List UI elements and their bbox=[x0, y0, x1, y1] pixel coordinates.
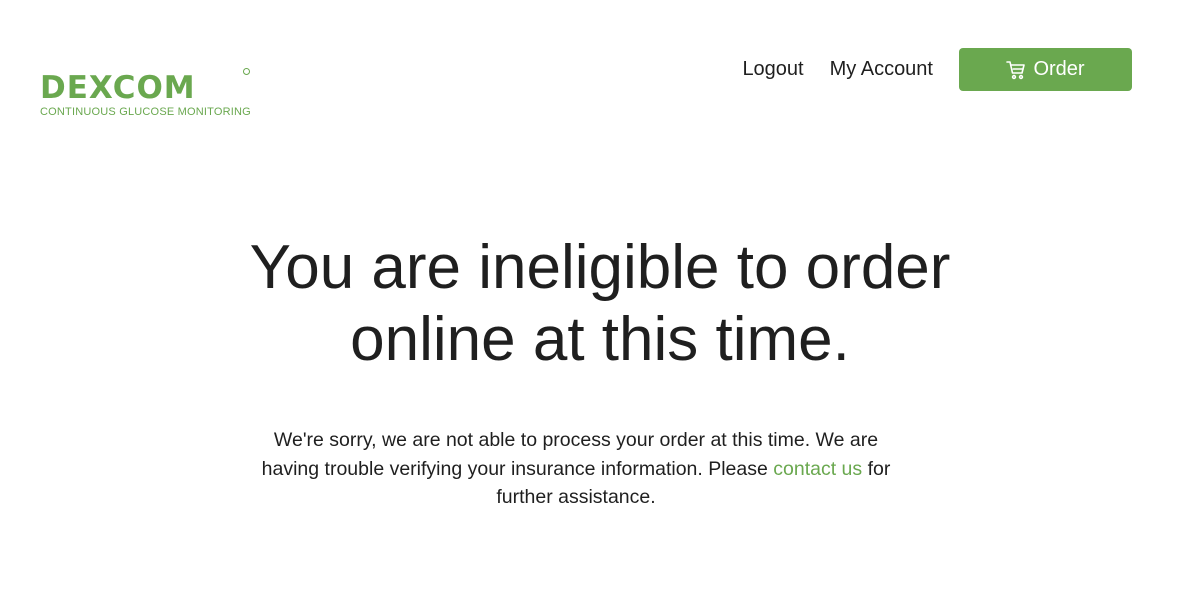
header-nav: Logout My Account Order bbox=[742, 48, 1132, 91]
logo-wordmark: DEXCOM bbox=[40, 58, 196, 109]
order-button-label: Order bbox=[1033, 58, 1085, 80]
page-title: You are ineligible to order online at th… bbox=[0, 232, 1200, 376]
contact-us-link[interactable]: contact us bbox=[773, 458, 862, 480]
registered-mark-icon bbox=[243, 68, 250, 75]
page-title-line-1: You are ineligible to order bbox=[249, 233, 951, 302]
my-account-link[interactable]: My Account bbox=[830, 58, 933, 81]
dexcom-logo[interactable]: DEXCOM CONTINUOUS GLUCOSE MONITORING bbox=[40, 62, 270, 122]
logo-tagline: CONTINUOUS GLUCOSE MONITORING bbox=[40, 106, 251, 118]
error-message: We're sorry, we are not able to process … bbox=[250, 426, 902, 512]
order-button[interactable]: Order bbox=[959, 48, 1132, 91]
logout-link[interactable]: Logout bbox=[742, 58, 803, 81]
cart-icon bbox=[1006, 60, 1026, 80]
page-title-line-2: online at this time. bbox=[350, 305, 850, 374]
